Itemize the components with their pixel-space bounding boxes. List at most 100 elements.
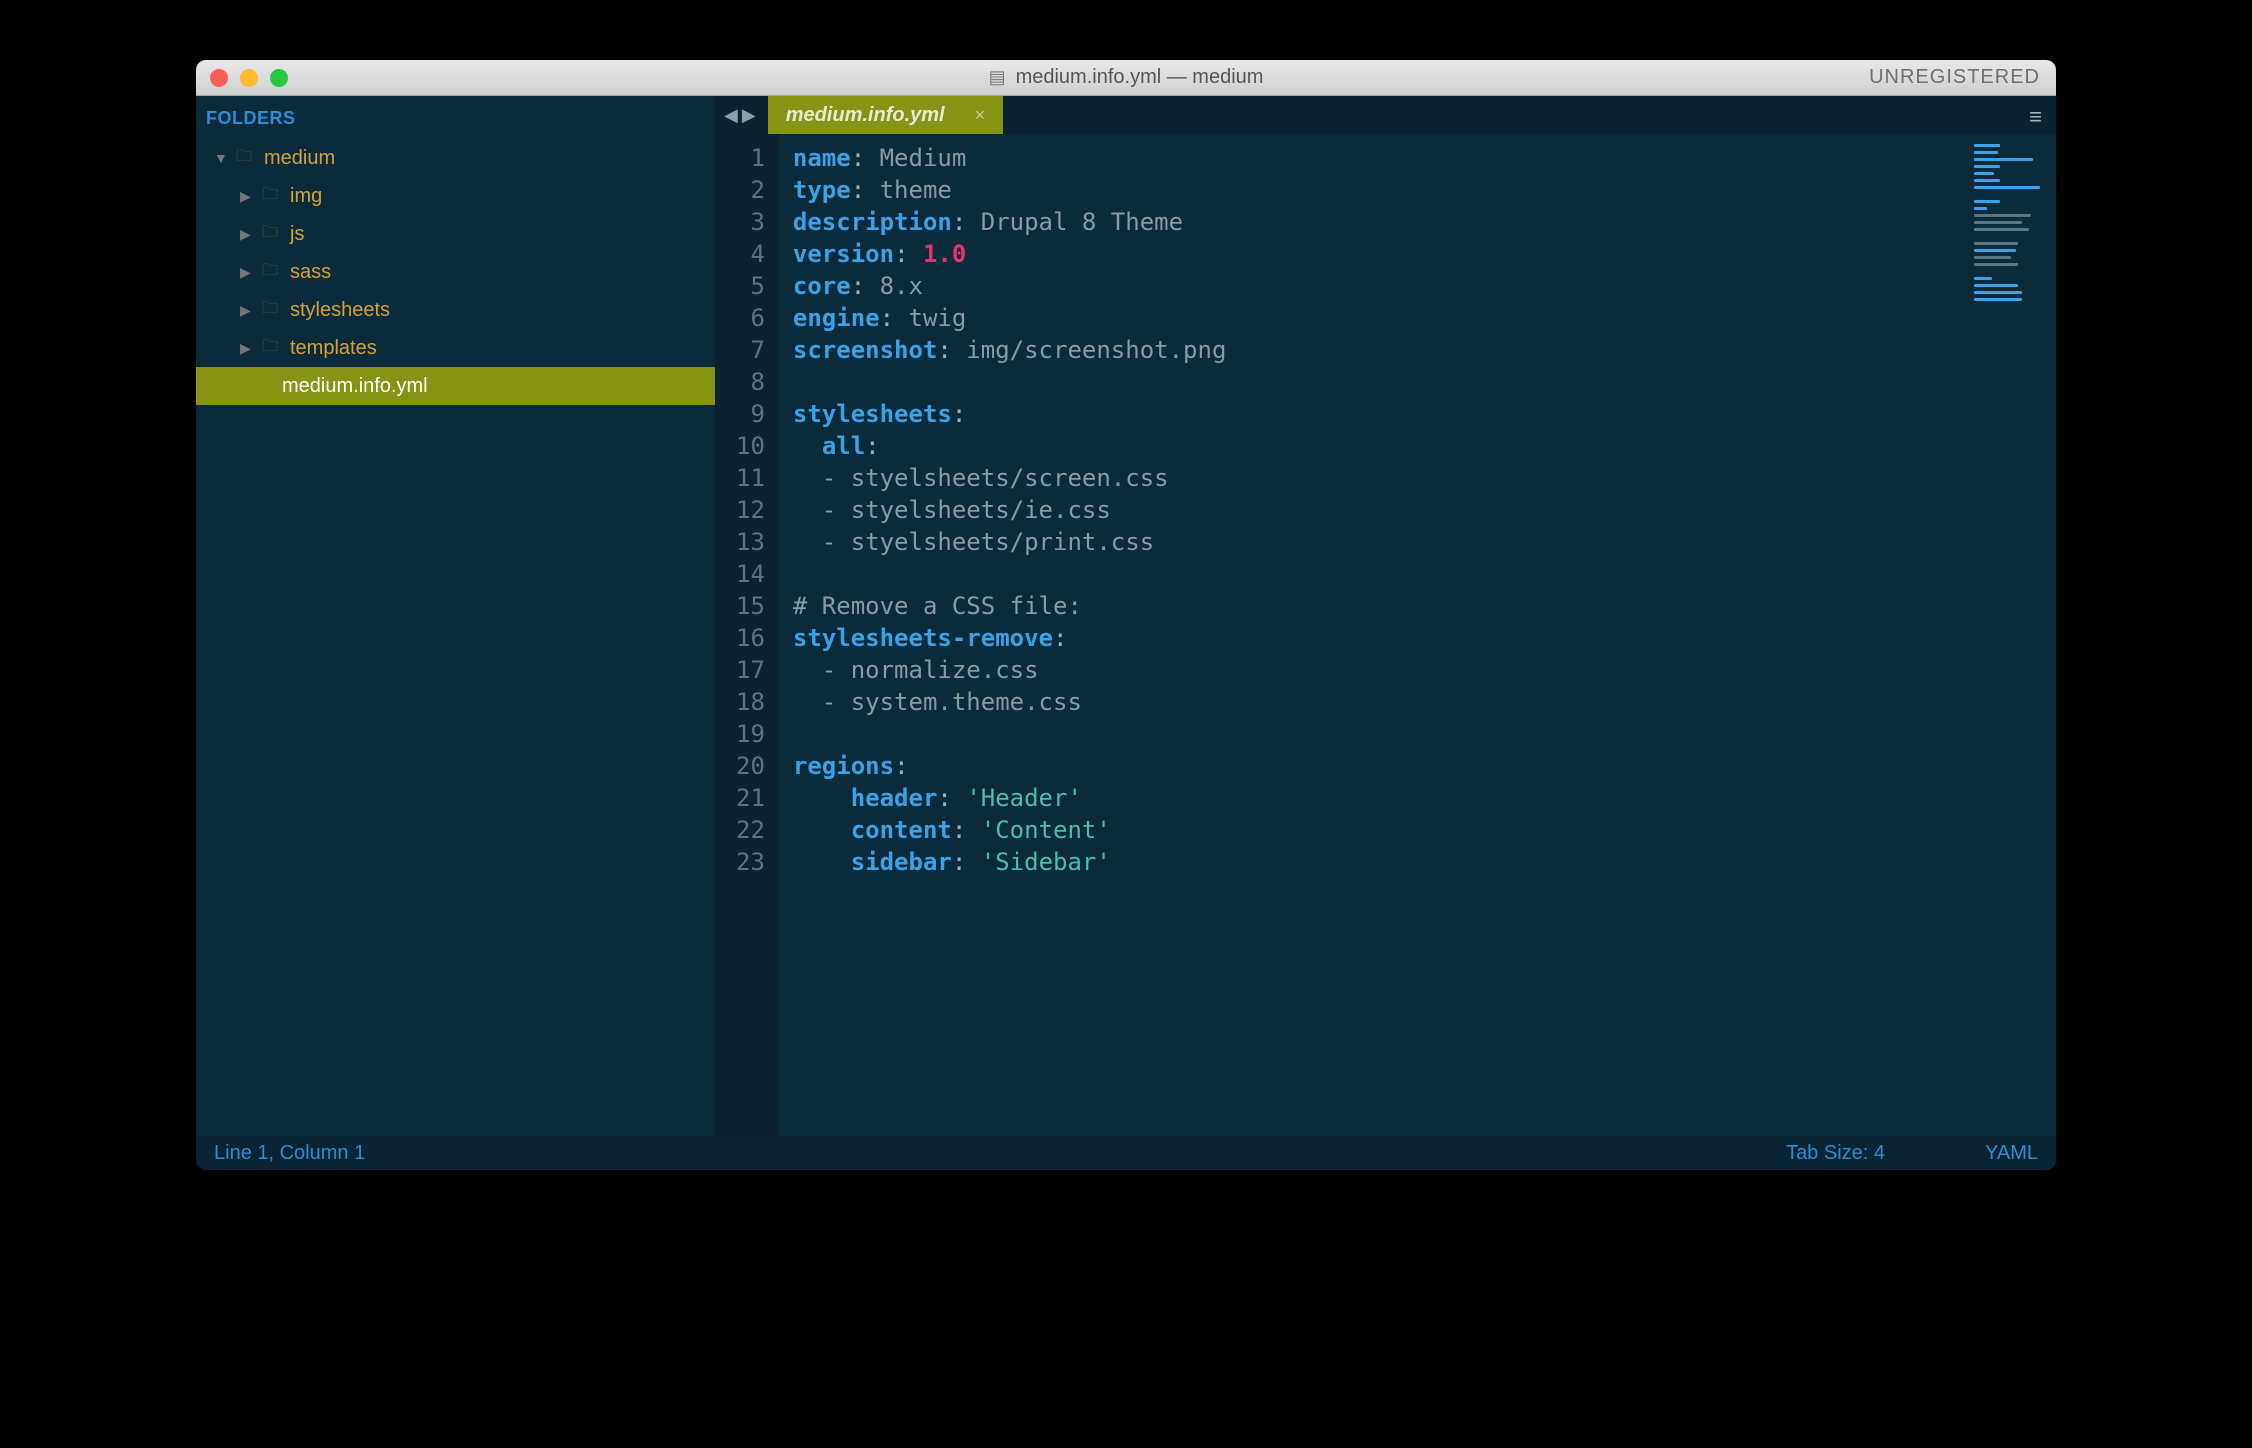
- syntax-indicator[interactable]: YAML: [1985, 1142, 2038, 1165]
- editor-window: ▤ medium.info.yml — medium UNREGISTERED …: [196, 60, 2056, 1170]
- tab-label: medium.info.yml: [786, 104, 945, 127]
- tree-label: stylesheets: [290, 299, 390, 322]
- folder-icon: 🗀: [262, 297, 282, 324]
- line-number: 5: [736, 270, 765, 302]
- chevron-right-icon: ▶: [240, 264, 254, 281]
- window-body: FOLDERS ▼ 🗀 medium ▶ 🗀 img ▶ 🗀 js ▶ 🗀 sass ▶ 🗀 styl…: [196, 96, 2056, 1136]
- code-line: [793, 366, 1966, 398]
- close-icon[interactable]: ×: [975, 105, 986, 126]
- code-line: type: theme: [793, 174, 1966, 206]
- code-line: - styelsheets/screen.css: [793, 462, 1966, 494]
- code-line: [793, 718, 1966, 750]
- line-number: 23: [736, 846, 765, 878]
- menu-icon[interactable]: ≡: [2029, 104, 2042, 130]
- code-line: sidebar: 'Sidebar': [793, 846, 1966, 878]
- cursor-position[interactable]: Line 1, Column 1: [214, 1142, 365, 1165]
- zoom-window-button[interactable]: [270, 69, 288, 87]
- line-number: 2: [736, 174, 765, 206]
- tab-active[interactable]: medium.info.yml ×: [768, 96, 1003, 134]
- tree-label: img: [290, 185, 322, 208]
- code-line: name: Medium: [793, 142, 1966, 174]
- code-line: screenshot: img/screenshot.png: [793, 334, 1966, 366]
- folder-icon: 🗀: [262, 221, 282, 248]
- tree-label: sass: [290, 261, 331, 284]
- minimap[interactable]: [1966, 134, 2056, 1136]
- editor-area[interactable]: 1234567891011121314151617181920212223 na…: [716, 134, 2056, 1136]
- tab-size-indicator[interactable]: Tab Size: 4: [1786, 1142, 1885, 1165]
- code-line: description: Drupal 8 Theme: [793, 206, 1966, 238]
- line-number: 4: [736, 238, 765, 270]
- chevron-right-icon: ▶: [240, 188, 254, 205]
- window-title: ▤ medium.info.yml — medium: [989, 66, 1264, 89]
- folders-header: FOLDERS: [196, 96, 715, 139]
- tree-folder[interactable]: ▶🗀templates: [196, 329, 715, 367]
- window-controls: [210, 69, 288, 87]
- tree-folder[interactable]: ▶ 🗀 img: [196, 177, 715, 215]
- code-line: version: 1.0: [793, 238, 1966, 270]
- unregistered-label: UNREGISTERED: [1869, 66, 2040, 89]
- line-number: 6: [736, 302, 765, 334]
- line-number: 22: [736, 814, 765, 846]
- close-window-button[interactable]: [210, 69, 228, 87]
- folder-tree: ▼ 🗀 medium ▶🗀img▶🗀js▶🗀sass▶🗀stylesheets▶…: [196, 139, 715, 405]
- line-number: 9: [736, 398, 765, 430]
- line-number: 1: [736, 142, 765, 174]
- tab-history-nav: ◀ ▶: [716, 96, 768, 134]
- code-line: engine: twig: [793, 302, 1966, 334]
- tree-folder[interactable]: ▶ 🗀 js: [196, 215, 715, 253]
- line-number: 13: [736, 526, 765, 558]
- line-number: 15: [736, 590, 765, 622]
- code-line: # Remove a CSS file:: [793, 590, 1966, 622]
- chevron-down-icon: ▼: [214, 150, 228, 166]
- code-line: stylesheets-remove:: [793, 622, 1966, 654]
- line-gutter: 1234567891011121314151617181920212223: [716, 134, 779, 1136]
- line-number: 16: [736, 622, 765, 654]
- folder-icon: 🗀: [262, 335, 282, 362]
- code-line: header: 'Header': [793, 782, 1966, 814]
- code-line: regions:: [793, 750, 1966, 782]
- line-number: 20: [736, 750, 765, 782]
- code-line: core: 8.x: [793, 270, 1966, 302]
- status-bar: Line 1, Column 1 Tab Size: 4 YAML: [196, 1136, 2056, 1170]
- folder-icon: 🗀: [236, 145, 256, 172]
- line-number: 19: [736, 718, 765, 750]
- folder-icon: 🗀: [262, 259, 282, 286]
- editor-column: ◀ ▶ medium.info.yml × ≡ 1234567891011121…: [716, 96, 2056, 1136]
- code-content[interactable]: name: Mediumtype: themedescription: Drup…: [779, 134, 1966, 1136]
- minimize-window-button[interactable]: [240, 69, 258, 87]
- tree-folder-root[interactable]: ▼ 🗀 medium: [196, 139, 715, 177]
- line-number: 17: [736, 654, 765, 686]
- line-number: 7: [736, 334, 765, 366]
- folder-icon: 🗀: [262, 183, 282, 210]
- line-number: 10: [736, 430, 765, 462]
- line-number: 3: [736, 206, 765, 238]
- code-line: [793, 558, 1966, 590]
- code-line: all:: [793, 430, 1966, 462]
- line-number: 18: [736, 686, 765, 718]
- nav-back-icon[interactable]: ◀: [724, 105, 738, 126]
- tree-label: medium: [264, 147, 335, 170]
- tab-bar: ◀ ▶ medium.info.yml × ≡: [716, 96, 2056, 134]
- tree-folder[interactable]: ▶ 🗀 sass: [196, 253, 715, 291]
- tree-label: medium.info.yml: [282, 375, 428, 398]
- line-number: 12: [736, 494, 765, 526]
- code-line: - styelsheets/ie.css: [793, 494, 1966, 526]
- code-line: - styelsheets/print.css: [793, 526, 1966, 558]
- code-line: - system.theme.css: [793, 686, 1966, 718]
- line-number: 14: [736, 558, 765, 590]
- tree-folder[interactable]: ▶ 🗀 stylesheets: [196, 291, 715, 329]
- sidebar: FOLDERS ▼ 🗀 medium ▶ 🗀 img ▶ 🗀 js ▶ 🗀 sass ▶ 🗀 styl…: [196, 96, 716, 1136]
- nav-forward-icon[interactable]: ▶: [742, 105, 756, 126]
- line-number: 8: [736, 366, 765, 398]
- titlebar: ▤ medium.info.yml — medium UNREGISTERED: [196, 60, 2056, 96]
- code-line: stylesheets:: [793, 398, 1966, 430]
- tree-file-selected[interactable]: medium.info.yml: [196, 367, 715, 405]
- tree-label: js: [290, 223, 304, 246]
- line-number: 11: [736, 462, 765, 494]
- document-icon: ▤: [989, 67, 1006, 88]
- chevron-right-icon: ▶: [240, 302, 254, 319]
- chevron-right-icon: ▶: [240, 340, 254, 357]
- chevron-right-icon: ▶: [240, 226, 254, 243]
- code-line: - normalize.css: [793, 654, 1966, 686]
- line-number: 21: [736, 782, 765, 814]
